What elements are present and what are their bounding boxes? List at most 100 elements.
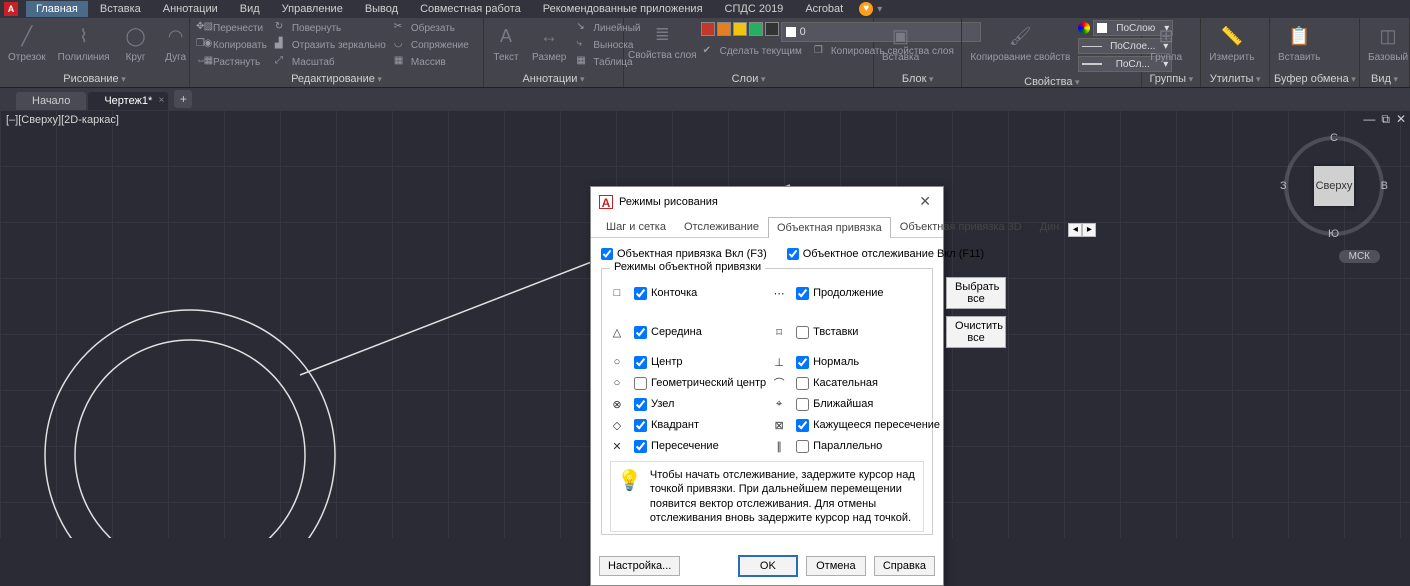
osnap-icon-4-right: ⌖	[772, 397, 786, 411]
dialog-titlebar[interactable]: A Режимы рисования ✕	[591, 187, 943, 216]
tab-snap-grid[interactable]: Шаг и сетка	[597, 216, 675, 237]
viewcube-south[interactable]: Ю	[1328, 228, 1339, 240]
tab-osnap[interactable]: Объектная привязка	[768, 217, 891, 238]
viewcube-top-face[interactable]: Сверху	[1314, 166, 1354, 206]
osnap-check-Пересечение[interactable]: Пересечение	[634, 440, 766, 453]
osnap-on-checkbox[interactable]: Объектная привязка Вкл (F3)	[601, 248, 767, 260]
osnap-check-Квадрант[interactable]: Квадрант	[634, 419, 766, 432]
panel-title-clipboard[interactable]: Буфер обмена	[1274, 71, 1355, 87]
menu-tab-featured[interactable]: Рекомендованные приложения	[533, 1, 713, 17]
tab-dyn[interactable]: Дин	[1031, 216, 1069, 237]
line-icon: ╱	[13, 22, 41, 50]
osnap-check-Касательная[interactable]: Касательная	[796, 377, 940, 390]
layer-state-1[interactable]	[701, 22, 715, 36]
paste-button[interactable]: 📋Вставить	[1274, 20, 1324, 65]
tab-scroll-left[interactable]: ◂	[1068, 223, 1082, 237]
otrack-on-checkbox[interactable]: Объектное отслеживание Вкл (F11)	[787, 248, 984, 260]
menu-tab-insert[interactable]: Вставка	[90, 1, 151, 17]
select-all-button[interactable]: Выбрать все	[946, 277, 1006, 309]
ucs-badge[interactable]: МСК	[1339, 250, 1380, 263]
copy-button[interactable]: ❐Копировать	[194, 37, 269, 53]
menu-tab-collab[interactable]: Совместная работа	[410, 1, 531, 17]
osnap-check-Кажущееся пересечение[interactable]: Кажущееся пересечение	[796, 419, 940, 432]
insert-block-button[interactable]: ▣Вставка	[878, 20, 923, 65]
scale-button[interactable]: ⤢Масштаб	[273, 54, 388, 70]
move-button[interactable]: ✥Перенести	[194, 20, 269, 36]
panel-title-modify[interactable]: Редактирование	[194, 71, 479, 87]
rotate-button[interactable]: ↻Повернуть	[273, 20, 388, 36]
viewcube[interactable]: Сверху С Ю В З	[1284, 136, 1384, 236]
menu-tab-output[interactable]: Вывод	[355, 1, 408, 17]
options-button[interactable]: Настройка...	[599, 556, 680, 576]
polyline-button[interactable]: ⌇Полилиния	[54, 20, 114, 65]
baseview-button[interactable]: ◫Базовый	[1364, 20, 1410, 65]
autocad-icon: A	[599, 195, 613, 209]
panel-title-block[interactable]: Блок	[878, 71, 957, 87]
dialog-close-button[interactable]: ✕	[915, 193, 935, 210]
osnap-check-Геометрический центр[interactable]: Геометрический центр	[634, 377, 766, 390]
tab-scroll-right[interactable]: ▸	[1082, 223, 1096, 237]
help-button[interactable]: Справка	[874, 556, 935, 576]
arc-button[interactable]: ◠Дуга	[158, 20, 194, 65]
osnap-icon-1-left: △	[610, 325, 624, 339]
fillet-button[interactable]: ◡Сопряжение	[392, 37, 471, 53]
osnap-check-Твставки[interactable]: Твставки	[796, 326, 940, 339]
help-icon[interactable]: ♥	[859, 2, 873, 16]
menu-dropdown-icon[interactable]: ▾	[877, 4, 882, 15]
viewcube-north[interactable]: С	[1330, 132, 1338, 144]
osnap-check-Узел[interactable]: Узел	[634, 398, 766, 411]
mirror-button[interactable]: ▟Отразить зеркально	[273, 37, 388, 53]
osnap-check-Нормаль[interactable]: Нормаль	[796, 356, 940, 369]
panel-title-layers[interactable]: Слои	[628, 71, 869, 87]
menu-tab-main[interactable]: Главная	[26, 1, 88, 17]
panel-title-groups[interactable]: Группы	[1146, 71, 1196, 87]
panel-title-view[interactable]: Вид	[1364, 71, 1405, 87]
osnap-check-Центр[interactable]: Центр	[634, 356, 766, 369]
panel-title-draw[interactable]: Рисование	[4, 71, 185, 87]
close-tab-icon[interactable]: ×	[158, 95, 164, 106]
osnap-check-Ближайшая[interactable]: Ближайшая	[796, 398, 940, 411]
menu-tab-acrobat[interactable]: Acrobat	[795, 1, 853, 17]
panel-properties: 🖌Копирование свойств ПоСлою▾ ПоСлое...▾ …	[962, 18, 1142, 87]
panel-title-annotation[interactable]: Аннотации	[488, 71, 619, 87]
circle-button[interactable]: ◯Круг	[118, 20, 154, 65]
viewcube-west[interactable]: З	[1280, 180, 1287, 192]
menu-tab-manage[interactable]: Управление	[272, 1, 353, 17]
stretch-button[interactable]: ⇔Растянуть	[194, 54, 269, 70]
clear-all-button[interactable]: Очистить все	[946, 316, 1006, 348]
make-current-button[interactable]: ✔Сделать текущим	[701, 44, 804, 60]
osnap-check-Параллельно[interactable]: Параллельно	[796, 440, 940, 453]
viewcube-east[interactable]: В	[1381, 180, 1388, 192]
panel-title-utilities[interactable]: Утилиты	[1205, 71, 1265, 87]
menu-tab-view[interactable]: Вид	[230, 1, 270, 17]
add-tab-button[interactable]: +	[174, 90, 192, 108]
osnap-check-Середина[interactable]: Середина	[634, 326, 766, 339]
layer-state-5[interactable]	[765, 22, 779, 36]
osnap-check-Продолжение[interactable]: Продолжение	[796, 287, 940, 300]
line-button[interactable]: ╱Отрезок	[4, 20, 50, 65]
osnap-check-Конточка[interactable]: Конточка	[634, 287, 766, 300]
group-button[interactable]: ⊞Группа	[1146, 20, 1186, 65]
menu-tab-spds[interactable]: СПДС 2019	[715, 1, 794, 17]
panel-title-properties[interactable]: Свойства	[966, 74, 1137, 90]
tab-polar[interactable]: Отслеживание	[675, 216, 768, 237]
text-button[interactable]: AТекст	[488, 20, 524, 65]
tab-osnap3d[interactable]: Объектная привязка 3D	[891, 216, 1031, 237]
trim-button[interactable]: ✂Обрезать	[392, 20, 471, 36]
layer-state-4[interactable]	[749, 22, 763, 36]
osnap-icon-6-right: ∥	[772, 439, 786, 453]
layer-state-2[interactable]	[717, 22, 731, 36]
ok-button[interactable]: OK	[738, 555, 798, 577]
drawing-tab[interactable]: Чертеж1*×	[88, 92, 168, 110]
measure-button[interactable]: 📏Измерить	[1205, 20, 1258, 65]
dim-button[interactable]: ↔Размер	[528, 20, 570, 65]
app-icon[interactable]: A	[4, 2, 18, 16]
layer-props-button[interactable]: ≣Свойства слоя	[628, 20, 697, 61]
ribbon: ╱Отрезок ⌇Полилиния ◯Круг ◠Дуга ▨ ◉ ▦ Ри…	[0, 18, 1410, 88]
cancel-button[interactable]: Отмена	[806, 556, 866, 576]
menu-tab-annotate[interactable]: Аннотации	[153, 1, 228, 17]
start-tab[interactable]: Начало	[16, 92, 86, 110]
array-button[interactable]: ▦Массив	[392, 54, 471, 70]
layer-state-3[interactable]	[733, 22, 747, 36]
match-props-button[interactable]: 🖌Копирование свойств	[966, 20, 1074, 65]
